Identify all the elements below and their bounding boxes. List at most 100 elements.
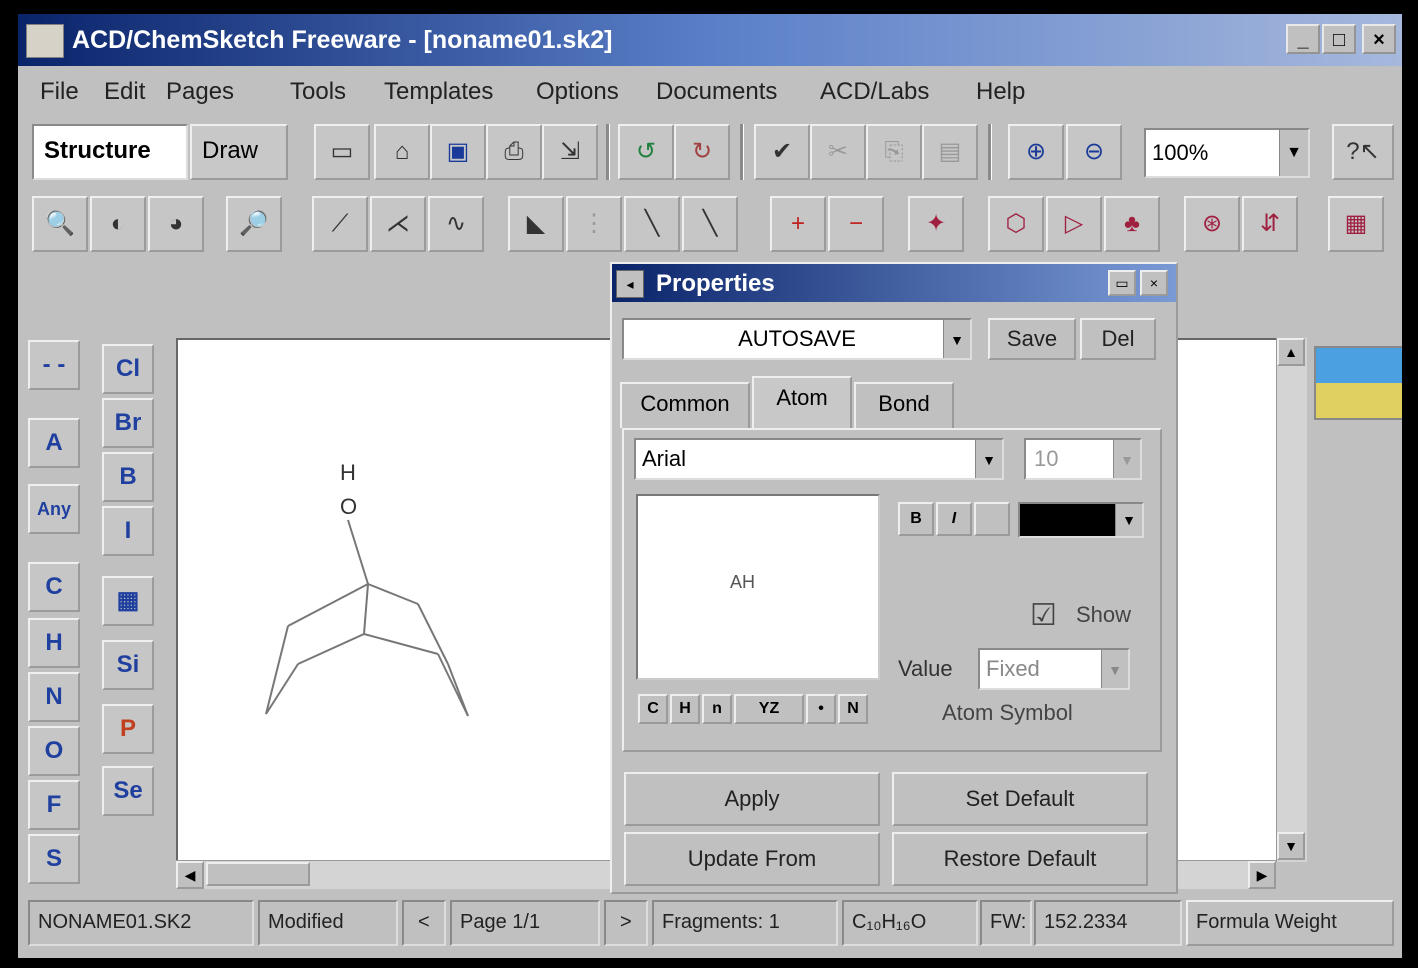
bold-bond-icon[interactable]: ╲: [682, 196, 738, 252]
ring-icon[interactable]: ⬡: [988, 196, 1044, 252]
import-icon[interactable]: ⇲: [542, 124, 598, 180]
scroll-right-icon[interactable]: ▶: [1248, 861, 1276, 889]
close-button[interactable]: ×: [1362, 24, 1396, 54]
title-bar[interactable]: ACD/ChemSketch Freeware - [noname01.sk2]…: [18, 14, 1402, 66]
menu-templates[interactable]: Templates: [384, 78, 493, 106]
magnify-icon[interactable]: 🔎: [226, 196, 282, 252]
lasso-icon[interactable]: ◐: [90, 196, 146, 252]
atom-b-button[interactable]: B: [102, 452, 154, 502]
set-default-button[interactable]: Set Default: [892, 772, 1148, 826]
undo-icon[interactable]: ↺: [618, 124, 674, 180]
template-icon[interactable]: ♣: [1104, 196, 1160, 252]
negative-charge-icon[interactable]: −: [828, 196, 884, 252]
table-icon[interactable]: ▦: [1328, 196, 1384, 252]
superscript-button[interactable]: H: [670, 694, 700, 724]
single-bond-icon[interactable]: ╲: [624, 196, 680, 252]
properties-title-bar[interactable]: ◂ Properties ▭ ×: [612, 264, 1176, 302]
atom-a-button[interactable]: A: [28, 418, 80, 468]
redo-icon[interactable]: ↻: [674, 124, 730, 180]
atom-br-button[interactable]: Br: [102, 398, 154, 448]
scroll-down-icon[interactable]: ▼: [1277, 832, 1305, 860]
scroll-up-icon[interactable]: ▲: [1277, 338, 1305, 366]
bold-button[interactable]: B: [898, 502, 934, 536]
flip-icon[interactable]: ▷: [1046, 196, 1102, 252]
atom-o-button[interactable]: O: [28, 726, 80, 776]
save-icon[interactable]: ▣: [430, 124, 486, 180]
atom-p-button[interactable]: P: [102, 704, 154, 754]
font-size-select[interactable]: 10 ▼: [1024, 438, 1142, 480]
value-select[interactable]: Fixed ▼: [978, 648, 1130, 690]
wedge-bond-icon[interactable]: ◣: [508, 196, 564, 252]
menu-acdlabs[interactable]: ACD/Labs: [820, 78, 929, 106]
scroll-left-icon[interactable]: ◀: [176, 861, 204, 889]
chevron-down-icon[interactable]: ▼: [975, 440, 1002, 478]
atom-cl-button[interactable]: Cl: [102, 344, 154, 394]
atom-si-button[interactable]: Si: [102, 640, 154, 690]
charge-button[interactable]: n: [702, 694, 732, 724]
structure-mode-button[interactable]: Structure: [32, 124, 188, 180]
brush-icon[interactable]: ✔: [754, 124, 810, 180]
new-icon[interactable]: ▭: [314, 124, 370, 180]
open-icon[interactable]: ⌂: [374, 124, 430, 180]
atom-h-button[interactable]: H: [28, 618, 80, 668]
update-from-button[interactable]: Update From: [624, 832, 880, 886]
formula-weight-button[interactable]: Formula Weight: [1186, 900, 1394, 946]
menu-tools[interactable]: Tools: [290, 78, 346, 106]
print-icon[interactable]: ⎙: [486, 124, 542, 180]
n-button[interactable]: N: [838, 694, 868, 724]
chevron-down-icon[interactable]: ▼: [1115, 504, 1142, 536]
save-style-button[interactable]: Save: [988, 318, 1076, 360]
help-pointer-icon[interactable]: ?↖: [1332, 124, 1394, 180]
menu-help[interactable]: Help: [976, 78, 1025, 106]
3d-optimize-icon[interactable]: ⊛: [1184, 196, 1240, 252]
zoom-out-icon[interactable]: ⊖: [1066, 124, 1122, 180]
font-color-select[interactable]: ▼: [1018, 502, 1144, 538]
bond-dash-icon[interactable]: - -: [28, 340, 80, 390]
chevron-down-icon[interactable]: ▼: [1101, 650, 1128, 688]
color-palette-icon[interactable]: [1314, 346, 1402, 420]
tautomer-icon[interactable]: ⇵: [1242, 196, 1298, 252]
tab-atom[interactable]: Atom: [752, 376, 852, 430]
chain-icon[interactable]: ⋌: [370, 196, 426, 252]
page-prev-icon[interactable]: <: [402, 900, 446, 946]
style-select[interactable]: AUTOSAVE ▼: [622, 318, 972, 360]
underline-button[interactable]: [974, 502, 1010, 536]
maximize-button[interactable]: □: [1322, 24, 1356, 54]
tab-bond[interactable]: Bond: [854, 382, 954, 428]
draw-mode-button[interactable]: Draw: [190, 124, 288, 180]
chevron-down-icon[interactable]: ▼: [943, 320, 970, 358]
italic-button[interactable]: I: [936, 502, 972, 536]
rotate-icon[interactable]: ◕: [148, 196, 204, 252]
atom-s-button[interactable]: S: [28, 834, 80, 884]
hash-bond-icon[interactable]: ⋮: [566, 196, 622, 252]
zigzag-chain-icon[interactable]: ∿: [428, 196, 484, 252]
panel-restore-icon[interactable]: ▭: [1108, 270, 1136, 296]
subscript-button[interactable]: C: [638, 694, 668, 724]
panel-close-icon[interactable]: ×: [1140, 270, 1168, 296]
atom-any-button[interactable]: Any: [28, 484, 80, 534]
zoom-select[interactable]: 100% ▼: [1144, 128, 1310, 178]
atom-n-button[interactable]: N: [28, 672, 80, 722]
atom-f-button[interactable]: F: [28, 780, 80, 830]
isotope-button[interactable]: YZ: [734, 694, 804, 724]
menu-options[interactable]: Options: [536, 78, 619, 106]
bullet-button[interactable]: •: [806, 694, 836, 724]
chevron-down-icon[interactable]: ▼: [1279, 130, 1308, 176]
molecule-structure[interactable]: H O: [248, 454, 508, 734]
tab-common[interactable]: Common: [620, 382, 750, 428]
minimize-button[interactable]: _: [1286, 24, 1320, 54]
atom-se-button[interactable]: Se: [102, 766, 154, 816]
menu-edit[interactable]: Edit: [104, 78, 145, 106]
panel-menu-icon[interactable]: ◂: [616, 270, 644, 298]
show-checkbox-icon[interactable]: ☑: [1030, 598, 1057, 633]
menu-documents[interactable]: Documents: [656, 78, 777, 106]
scroll-thumb[interactable]: [206, 862, 310, 886]
page-next-icon[interactable]: >: [604, 900, 648, 946]
chevron-down-icon[interactable]: ▼: [1113, 440, 1140, 478]
positive-charge-icon[interactable]: +: [770, 196, 826, 252]
zoom-in-icon[interactable]: ⊕: [1008, 124, 1064, 180]
menu-pages[interactable]: Pages: [166, 78, 234, 106]
apply-button[interactable]: Apply: [624, 772, 880, 826]
delete-style-button[interactable]: Del: [1080, 318, 1156, 360]
copy-icon[interactable]: ⎘: [866, 124, 922, 180]
